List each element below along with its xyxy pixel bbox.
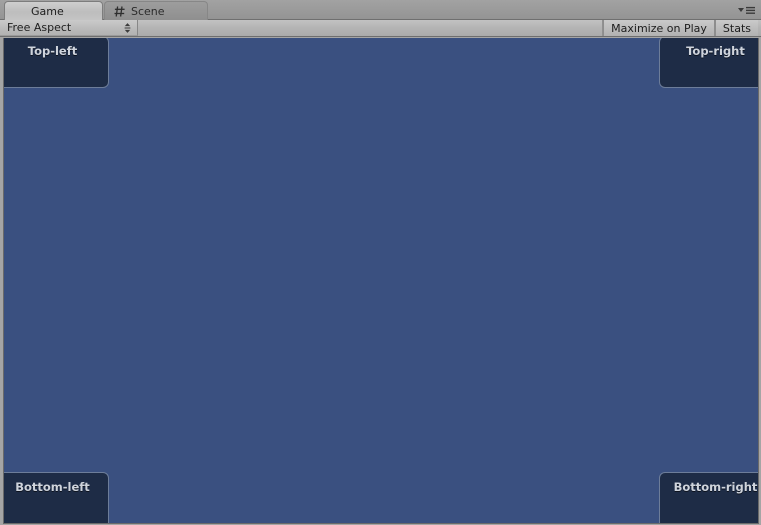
maximize-on-play-button[interactable]: Maximize on Play bbox=[603, 20, 715, 36]
maximize-on-play-label: Maximize on Play bbox=[611, 21, 707, 35]
tab-bar: Game Scene bbox=[0, 0, 761, 20]
unity-game-window: Game Scene Free Aspect Maximize on Play … bbox=[0, 0, 761, 525]
game-view-toolbar: Free Aspect Maximize on Play Stats bbox=[0, 20, 761, 37]
gui-box-bottom-left-label: Bottom-left bbox=[15, 480, 90, 494]
stats-button[interactable]: Stats bbox=[714, 20, 758, 36]
gui-box-top-right[interactable]: Top-right bbox=[659, 38, 758, 88]
hamburger-menu-icon bbox=[738, 6, 755, 14]
gui-box-top-right-label: Top-right bbox=[686, 44, 745, 58]
gui-box-top-left[interactable]: Top-left bbox=[4, 38, 109, 88]
game-controller-icon bbox=[14, 5, 27, 18]
tab-scene[interactable]: Scene bbox=[104, 1, 208, 20]
updown-arrows-icon bbox=[124, 22, 131, 33]
tab-game-label: Game bbox=[31, 4, 64, 18]
tab-scene-label: Scene bbox=[131, 4, 165, 18]
gui-box-bottom-right-label: Bottom-right bbox=[673, 480, 758, 494]
gui-box-bottom-right[interactable]: Bottom-right bbox=[659, 472, 758, 523]
aspect-ratio-value: Free Aspect bbox=[7, 21, 72, 34]
aspect-ratio-dropdown[interactable]: Free Aspect bbox=[0, 20, 138, 36]
stats-label: Stats bbox=[722, 21, 751, 35]
scene-grid-icon bbox=[114, 5, 127, 18]
game-render-area[interactable]: Top-left Top-right Bottom-left Bottom-ri… bbox=[3, 38, 759, 524]
tab-game[interactable]: Game bbox=[4, 1, 103, 20]
gui-box-top-left-label: Top-left bbox=[27, 44, 78, 58]
gui-box-bottom-left[interactable]: Bottom-left bbox=[4, 472, 109, 523]
panel-options-menu-button[interactable] bbox=[735, 4, 757, 17]
toolbar-spacer bbox=[138, 20, 604, 36]
